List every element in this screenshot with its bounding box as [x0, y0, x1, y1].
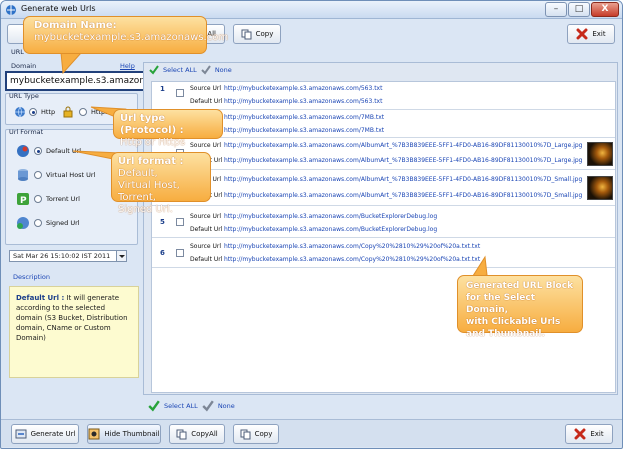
url-format-callout-title: Url format : — [118, 156, 184, 167]
domain-callout: Domain Name: mybucketexample.s3.amazonaw… — [23, 16, 229, 54]
url-block-callout-line1: Generated URL Block — [466, 281, 574, 291]
url-type-callout-body: Http or Https — [120, 137, 186, 148]
url-block-callout-line3: with Clickable Urls — [466, 317, 561, 327]
domain-callout-body: mybucketexample.s3.amazonaws.com — [34, 32, 229, 43]
callout-pointers — [60, 52, 488, 280]
app-window: Generate web Urls – □ X All Copy Exit UR… — [0, 0, 623, 449]
url-block-callout-line2: for the Select Domain, — [466, 293, 536, 315]
url-format-callout: Url format : Default, Virtual Host, Torr… — [111, 152, 211, 215]
domain-callout-title: Domain Name: — [34, 20, 117, 31]
url-format-callout-body1: Default, — [118, 168, 158, 179]
url-type-callout-title: Url type (Protocol) : — [120, 113, 184, 136]
url-type-callout: Url type (Protocol) : Http or Https — [113, 109, 223, 148]
url-block-callout-line4: and Thumbnail. — [466, 329, 545, 339]
url-block-callout: Generated URL Block for the Select Domai… — [457, 275, 583, 339]
url-format-callout-body2: Virtual Host, Torrent, — [118, 180, 180, 203]
url-format-callout-body3: Signed Url. — [118, 204, 173, 215]
